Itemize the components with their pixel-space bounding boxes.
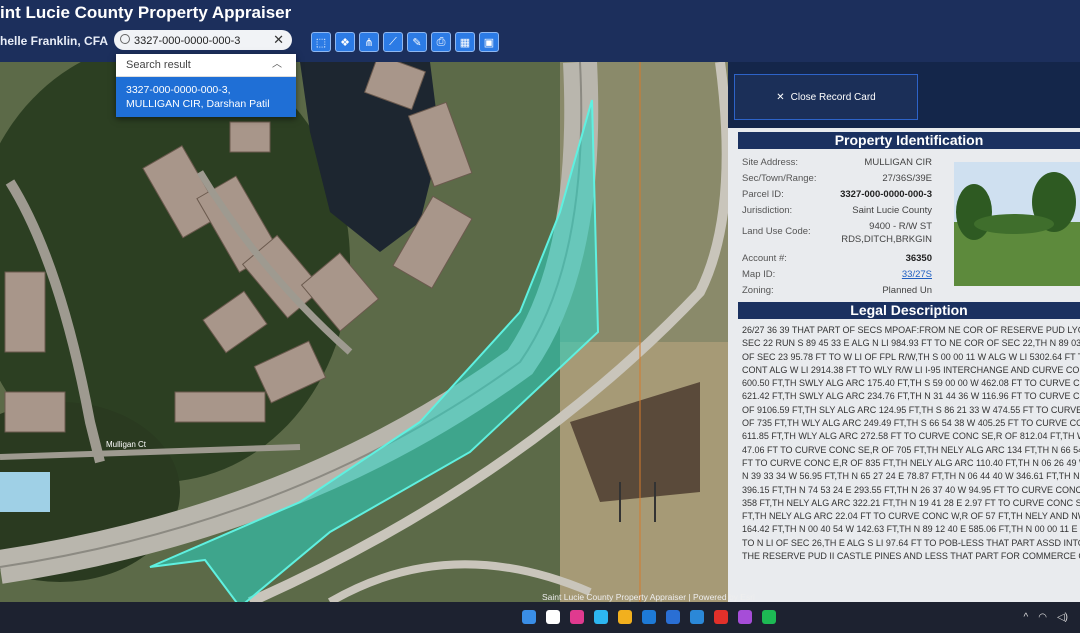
taskbar-app-icon[interactable] — [714, 610, 728, 624]
field-row: Land Use Code: 9400 - R/W ST RDS,DITCH,B… — [742, 218, 932, 250]
map-id-link[interactable]: 33/27S — [828, 269, 932, 280]
record-card-panel: ✕ Close Record Card Property Identificat… — [728, 62, 1080, 602]
field-label: Parcel ID: — [742, 188, 784, 200]
print-icon[interactable]: ⎙ — [431, 32, 451, 52]
chevron-up-icon[interactable]: ^ — [1024, 612, 1029, 623]
map-view[interactable]: Mulligan Ct — [0, 62, 728, 602]
taskbar-app-icon[interactable] — [690, 610, 704, 624]
search-results-dropdown: Search result ︿ 3327-000-0000-000-3, MUL… — [116, 54, 296, 117]
close-icon[interactable]: ✕ — [273, 32, 284, 48]
table-icon[interactable]: ▦ — [455, 32, 475, 52]
search-input[interactable] — [132, 30, 266, 52]
search-box[interactable]: ✕ — [114, 30, 292, 52]
app-title: int Lucie County Property Appraiser — [0, 3, 292, 22]
legal-line: N 39 33 34 W 56.95 FT,TH N 65 27 24 E 78… — [742, 471, 1080, 482]
field-value: Planned Un — [882, 284, 932, 296]
field-value: MULLIGAN CIR — [864, 156, 932, 168]
legal-line: 164.42 FT,TH N 00 40 54 W 142.63 FT,TH N… — [742, 524, 1080, 535]
field-label: Jurisdiction: — [742, 204, 793, 216]
close-record-card-button[interactable]: ✕ Close Record Card — [734, 74, 918, 120]
field-value: 27/36S/39E — [882, 172, 932, 184]
legal-line: TO N LI OF SEC 26,TH E ALG S LI 97.64 FT… — [742, 537, 1080, 548]
property-photo[interactable] — [954, 162, 1080, 286]
search-results-header[interactable]: Search result ︿ — [116, 54, 296, 77]
field-label: Account #: — [742, 252, 787, 264]
aerial-map — [0, 62, 728, 602]
legal-line: OF SEC 23 95.78 FT TO W LI OF FPL R/W,TH… — [742, 351, 1080, 362]
select-tool-icon[interactable]: ⬚ — [311, 32, 331, 52]
legal-description-title: Legal Description — [738, 302, 1080, 319]
map-attribution: Saint Lucie County Property Appraiser | … — [542, 592, 755, 602]
owner-name: helle Franklin, CFA — [0, 34, 109, 48]
bookmark-icon[interactable]: ▣ — [479, 32, 499, 52]
legal-line: 26/27 36 39 THAT PART OF SECS MPOAF:FROM… — [742, 325, 1080, 335]
field-label: Sec/Town/Range: — [742, 172, 817, 184]
field-row: Parcel ID: 3327-000-0000-000-3 — [742, 186, 932, 202]
layers-icon[interactable]: ❖ — [335, 32, 355, 52]
legal-line: 358 FT,TH NELY ALG ARC 322.21 FT,TH N 19… — [742, 497, 1080, 508]
field-value: 9400 - R/W ST RDS,DITCH,BRKGIN — [841, 221, 932, 245]
search-result-item[interactable]: 3327-000-0000-000-3, MULLIGAN CIR, Darsh… — [116, 77, 296, 117]
taskbar-app-icon[interactable] — [666, 610, 680, 624]
system-tray: ^ ◠ ◁) — [1024, 602, 1068, 633]
taskbar-app-icon[interactable] — [522, 610, 536, 624]
legal-line: 396.15 FT,TH N 74 53 24 E 293.55 FT,TH N… — [742, 484, 1080, 495]
field-row: Account #: 36350 — [742, 250, 932, 266]
field-row: Jurisdiction: Saint Lucie County — [742, 202, 932, 218]
taskbar-app-icon[interactable] — [762, 610, 776, 624]
taskbar-app-icon[interactable] — [642, 610, 656, 624]
legal-line: CONT ALG W LI 2914.38 FT TO WLY R/W LI I… — [742, 364, 1080, 375]
legal-line: THE RESERVE PUD II CASTLE PINES AND LESS… — [742, 551, 1080, 562]
field-label: Land Use Code: — [742, 226, 811, 237]
field-label: Zoning: — [742, 284, 774, 296]
legal-line: 611.85 FT,TH WLY ALG ARC 272.58 FT TO CU… — [742, 431, 1080, 442]
taskbar: ^ ◠ ◁) — [0, 602, 1080, 633]
search-results-label: Search result — [126, 59, 191, 71]
street-label: Mulligan Ct — [106, 440, 147, 449]
measure-icon[interactable]: ⟋ — [383, 32, 403, 52]
field-value: 3327-000-0000-000-3 — [840, 188, 932, 200]
close-icon: ✕ — [776, 91, 785, 103]
legal-line: 47.06 FT TO CURVE CONC SE,R OF 705 FT,TH… — [742, 444, 1080, 455]
legal-line: OF 735 FT,TH WLY ALG ARC 249.49 FT,TH S … — [742, 418, 1080, 429]
legal-description-text: 26/27 36 39 THAT PART OF SECS MPOAF:FROM… — [742, 324, 1080, 602]
field-row: Sec/Town/Range: 27/36S/39E — [742, 170, 932, 186]
field-label: Site Address: — [742, 156, 798, 168]
legal-line: OF 9106.59 FT,TH SLY ALG ARC 124.95 FT,T… — [742, 404, 1080, 415]
taskbar-app-icon[interactable] — [618, 610, 632, 624]
field-row: Map ID: 33/27S — [742, 266, 932, 282]
field-row: Site Address: MULLIGAN CIR — [742, 154, 932, 170]
legal-line: 621.42 FT,TH SWLY ALG ARC 234.76 FT,TH N… — [742, 391, 1080, 402]
taskbar-app-icon[interactable] — [570, 610, 584, 624]
field-value: 36350 — [905, 252, 932, 264]
map-toolbar: ⬚ ❖ ⋔ ⟋ ✎ ⎙ ▦ ▣ — [311, 32, 499, 52]
taskbar-app-icon[interactable] — [546, 610, 560, 624]
chevron-up-icon[interactable]: ︿ — [272, 54, 282, 76]
close-record-card-label: Close Record Card — [790, 91, 876, 103]
legal-line: FT TO CURVE CONC E,R OF 835 FT,TH NELY A… — [742, 457, 1080, 468]
draw-icon[interactable]: ✎ — [407, 32, 427, 52]
property-fields: Site Address: MULLIGAN CIR Sec/Town/Rang… — [742, 154, 932, 298]
legal-line: 600.50 FT,TH SWLY ALG ARC 175.40 FT,TH S… — [742, 378, 1080, 389]
share-icon[interactable]: ⋔ — [359, 32, 379, 52]
volume-icon[interactable]: ◁) — [1057, 612, 1068, 623]
property-identification-title: Property Identification — [738, 132, 1080, 149]
taskbar-app-icon[interactable] — [594, 610, 608, 624]
field-row: Zoning: Planned Un — [742, 282, 932, 298]
network-icon[interactable]: ◠ — [1038, 612, 1047, 623]
taskbar-app-icon[interactable] — [738, 610, 752, 624]
search-icon — [120, 34, 130, 44]
legal-line: FT,TH NELY ALG ARC 22.04 FT TO CURVE CON… — [742, 511, 1080, 522]
field-label: Map ID: — [742, 268, 776, 280]
taskbar-apps — [522, 610, 776, 624]
field-value: Saint Lucie County — [852, 204, 932, 216]
legal-line: SEC 22 RUN S 89 45 33 E ALG N LI 984.93 … — [742, 338, 1080, 349]
